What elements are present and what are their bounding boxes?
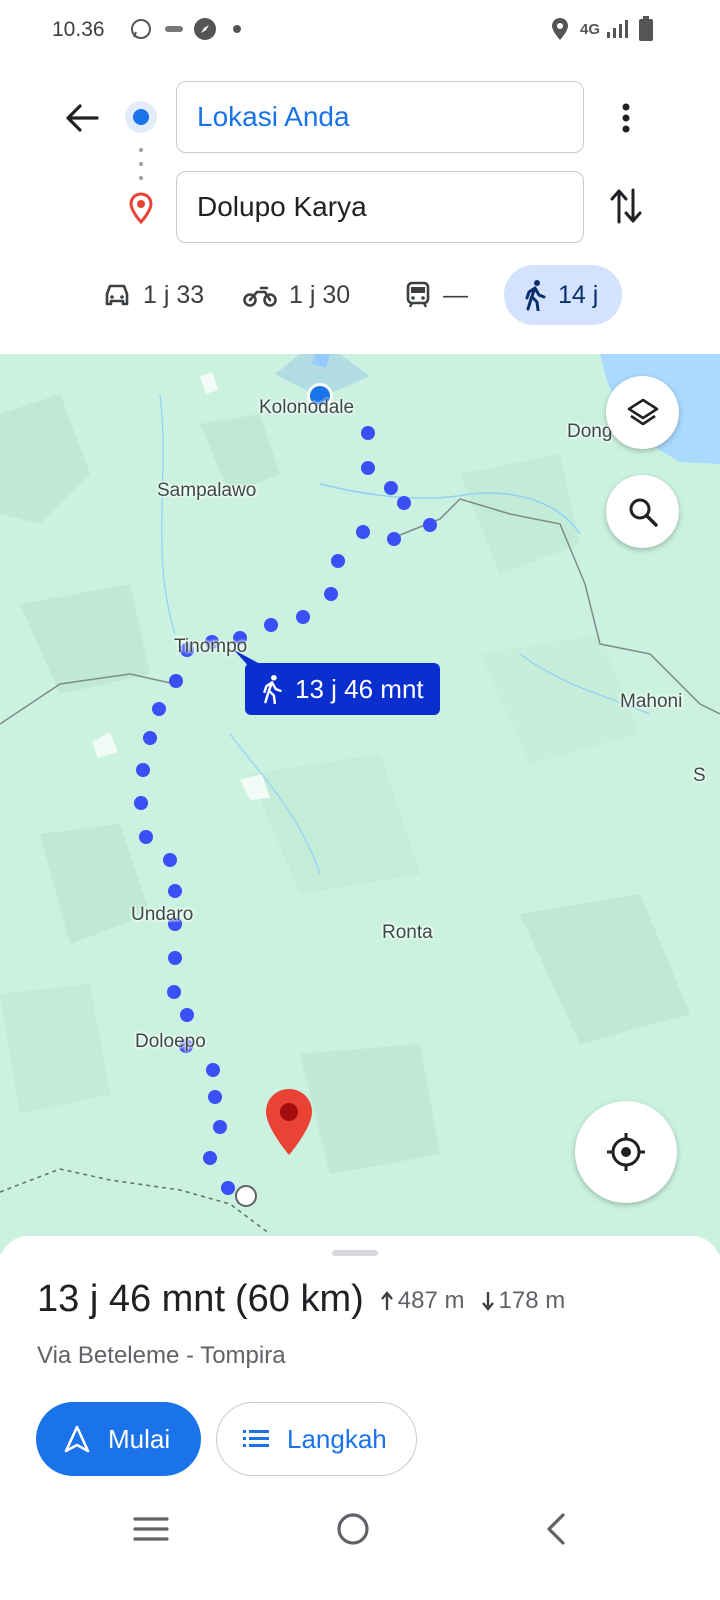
mode-motorcycle-label: 1 j 30 bbox=[289, 280, 351, 309]
layers-button[interactable] bbox=[606, 376, 679, 449]
ascent-value: 487 m bbox=[397, 1287, 465, 1314]
my-location-button[interactable] bbox=[575, 1101, 677, 1203]
compass-icon bbox=[192, 17, 218, 41]
route-summary: 13 j 46 mnt (60 km) 487 m 178 m bbox=[37, 1278, 565, 1321]
walk-icon bbox=[263, 674, 282, 704]
arrow-up-icon bbox=[380, 1291, 393, 1310]
steps-button[interactable]: Langkah bbox=[216, 1402, 417, 1476]
signal-icon bbox=[604, 17, 630, 41]
location-icon bbox=[549, 17, 571, 41]
list-icon bbox=[243, 1430, 269, 1447]
mode-car-label: 1 j 33 bbox=[143, 280, 205, 309]
destination-marker-icon[interactable] bbox=[264, 1087, 314, 1157]
mode-transit-label: — bbox=[443, 280, 468, 309]
system-nav-bar bbox=[0, 1500, 720, 1600]
walk-icon bbox=[525, 280, 546, 311]
crosshair-icon bbox=[607, 1133, 645, 1171]
layers-icon bbox=[627, 398, 658, 425]
start-button-label: Mulai bbox=[108, 1423, 171, 1454]
route-via: Via Beteleme - Tompira bbox=[37, 1342, 286, 1369]
directions-header: Lokasi Anda Dolupo Karya 1 j 33 1 j 30 —… bbox=[0, 58, 720, 354]
mode-walk[interactable]: 14 j bbox=[504, 265, 622, 325]
messages-icon bbox=[163, 17, 185, 41]
connector-dots bbox=[138, 146, 144, 182]
place-label-ronta: Ronta bbox=[382, 922, 433, 943]
car-icon bbox=[105, 284, 129, 306]
more-options-icon[interactable] bbox=[606, 96, 646, 140]
route-distance: (60 km) bbox=[235, 1278, 364, 1320]
descent-value: 178 m bbox=[498, 1287, 566, 1314]
elevation-ascent: 487 m bbox=[380, 1287, 465, 1315]
map-view[interactable]: Kolonodale Dong Sampalawo Tinompo Mahoni… bbox=[0, 354, 720, 1254]
back-arrow-icon[interactable] bbox=[60, 96, 104, 140]
network-type: 4G bbox=[579, 20, 600, 38]
place-label-mahoni: Mahoni bbox=[620, 691, 683, 712]
place-label-dong: Dong bbox=[567, 421, 613, 442]
mode-walk-label: 14 j bbox=[558, 280, 599, 309]
navigation-arrow-icon bbox=[64, 1425, 90, 1453]
destination-pin-icon bbox=[129, 192, 153, 225]
start-navigation-button[interactable]: Mulai bbox=[36, 1402, 201, 1476]
place-label-s: S bbox=[693, 765, 706, 786]
mode-transit[interactable]: — bbox=[405, 265, 468, 325]
steps-button-label: Langkah bbox=[287, 1423, 387, 1454]
back-icon[interactable] bbox=[543, 1512, 569, 1546]
status-time: 10.36 bbox=[52, 18, 105, 41]
place-label-kolonodale: Kolonodale bbox=[259, 397, 355, 418]
swap-icon[interactable] bbox=[604, 184, 648, 228]
place-label-doloepo: Doloepo bbox=[135, 1031, 206, 1052]
recent-apps-icon[interactable] bbox=[132, 1514, 170, 1544]
sheet-drag-handle[interactable] bbox=[332, 1250, 378, 1256]
motorcycle-icon bbox=[243, 286, 277, 307]
place-label-sampalawo: Sampalawo bbox=[157, 480, 257, 501]
status-bar: 10.36 4G bbox=[0, 0, 720, 58]
elevation-descent: 178 m bbox=[481, 1287, 566, 1315]
battery-icon bbox=[636, 16, 656, 41]
search-icon bbox=[629, 498, 658, 527]
whatsapp-icon bbox=[128, 17, 154, 41]
origin-dot-icon bbox=[124, 100, 158, 134]
place-label-undaro: Undaro bbox=[131, 904, 194, 925]
tooltip-label: 13 j 46 mnt bbox=[295, 673, 424, 704]
mode-car[interactable]: 1 j 33 bbox=[103, 265, 204, 325]
mode-motorcycle[interactable]: 1 j 30 bbox=[243, 265, 350, 325]
dot-icon bbox=[231, 17, 243, 41]
arrow-down-icon bbox=[481, 1292, 494, 1311]
origin-input[interactable]: Lokasi Anda bbox=[176, 81, 584, 153]
search-along-route-button[interactable] bbox=[606, 475, 679, 548]
route-duration: 13 j 46 mnt bbox=[37, 1278, 225, 1320]
transit-icon bbox=[406, 281, 430, 308]
route-duration-tooltip[interactable]: 13 j 46 mnt bbox=[245, 663, 440, 715]
destination-input[interactable]: Dolupo Karya bbox=[176, 171, 584, 243]
home-icon[interactable] bbox=[336, 1512, 370, 1546]
